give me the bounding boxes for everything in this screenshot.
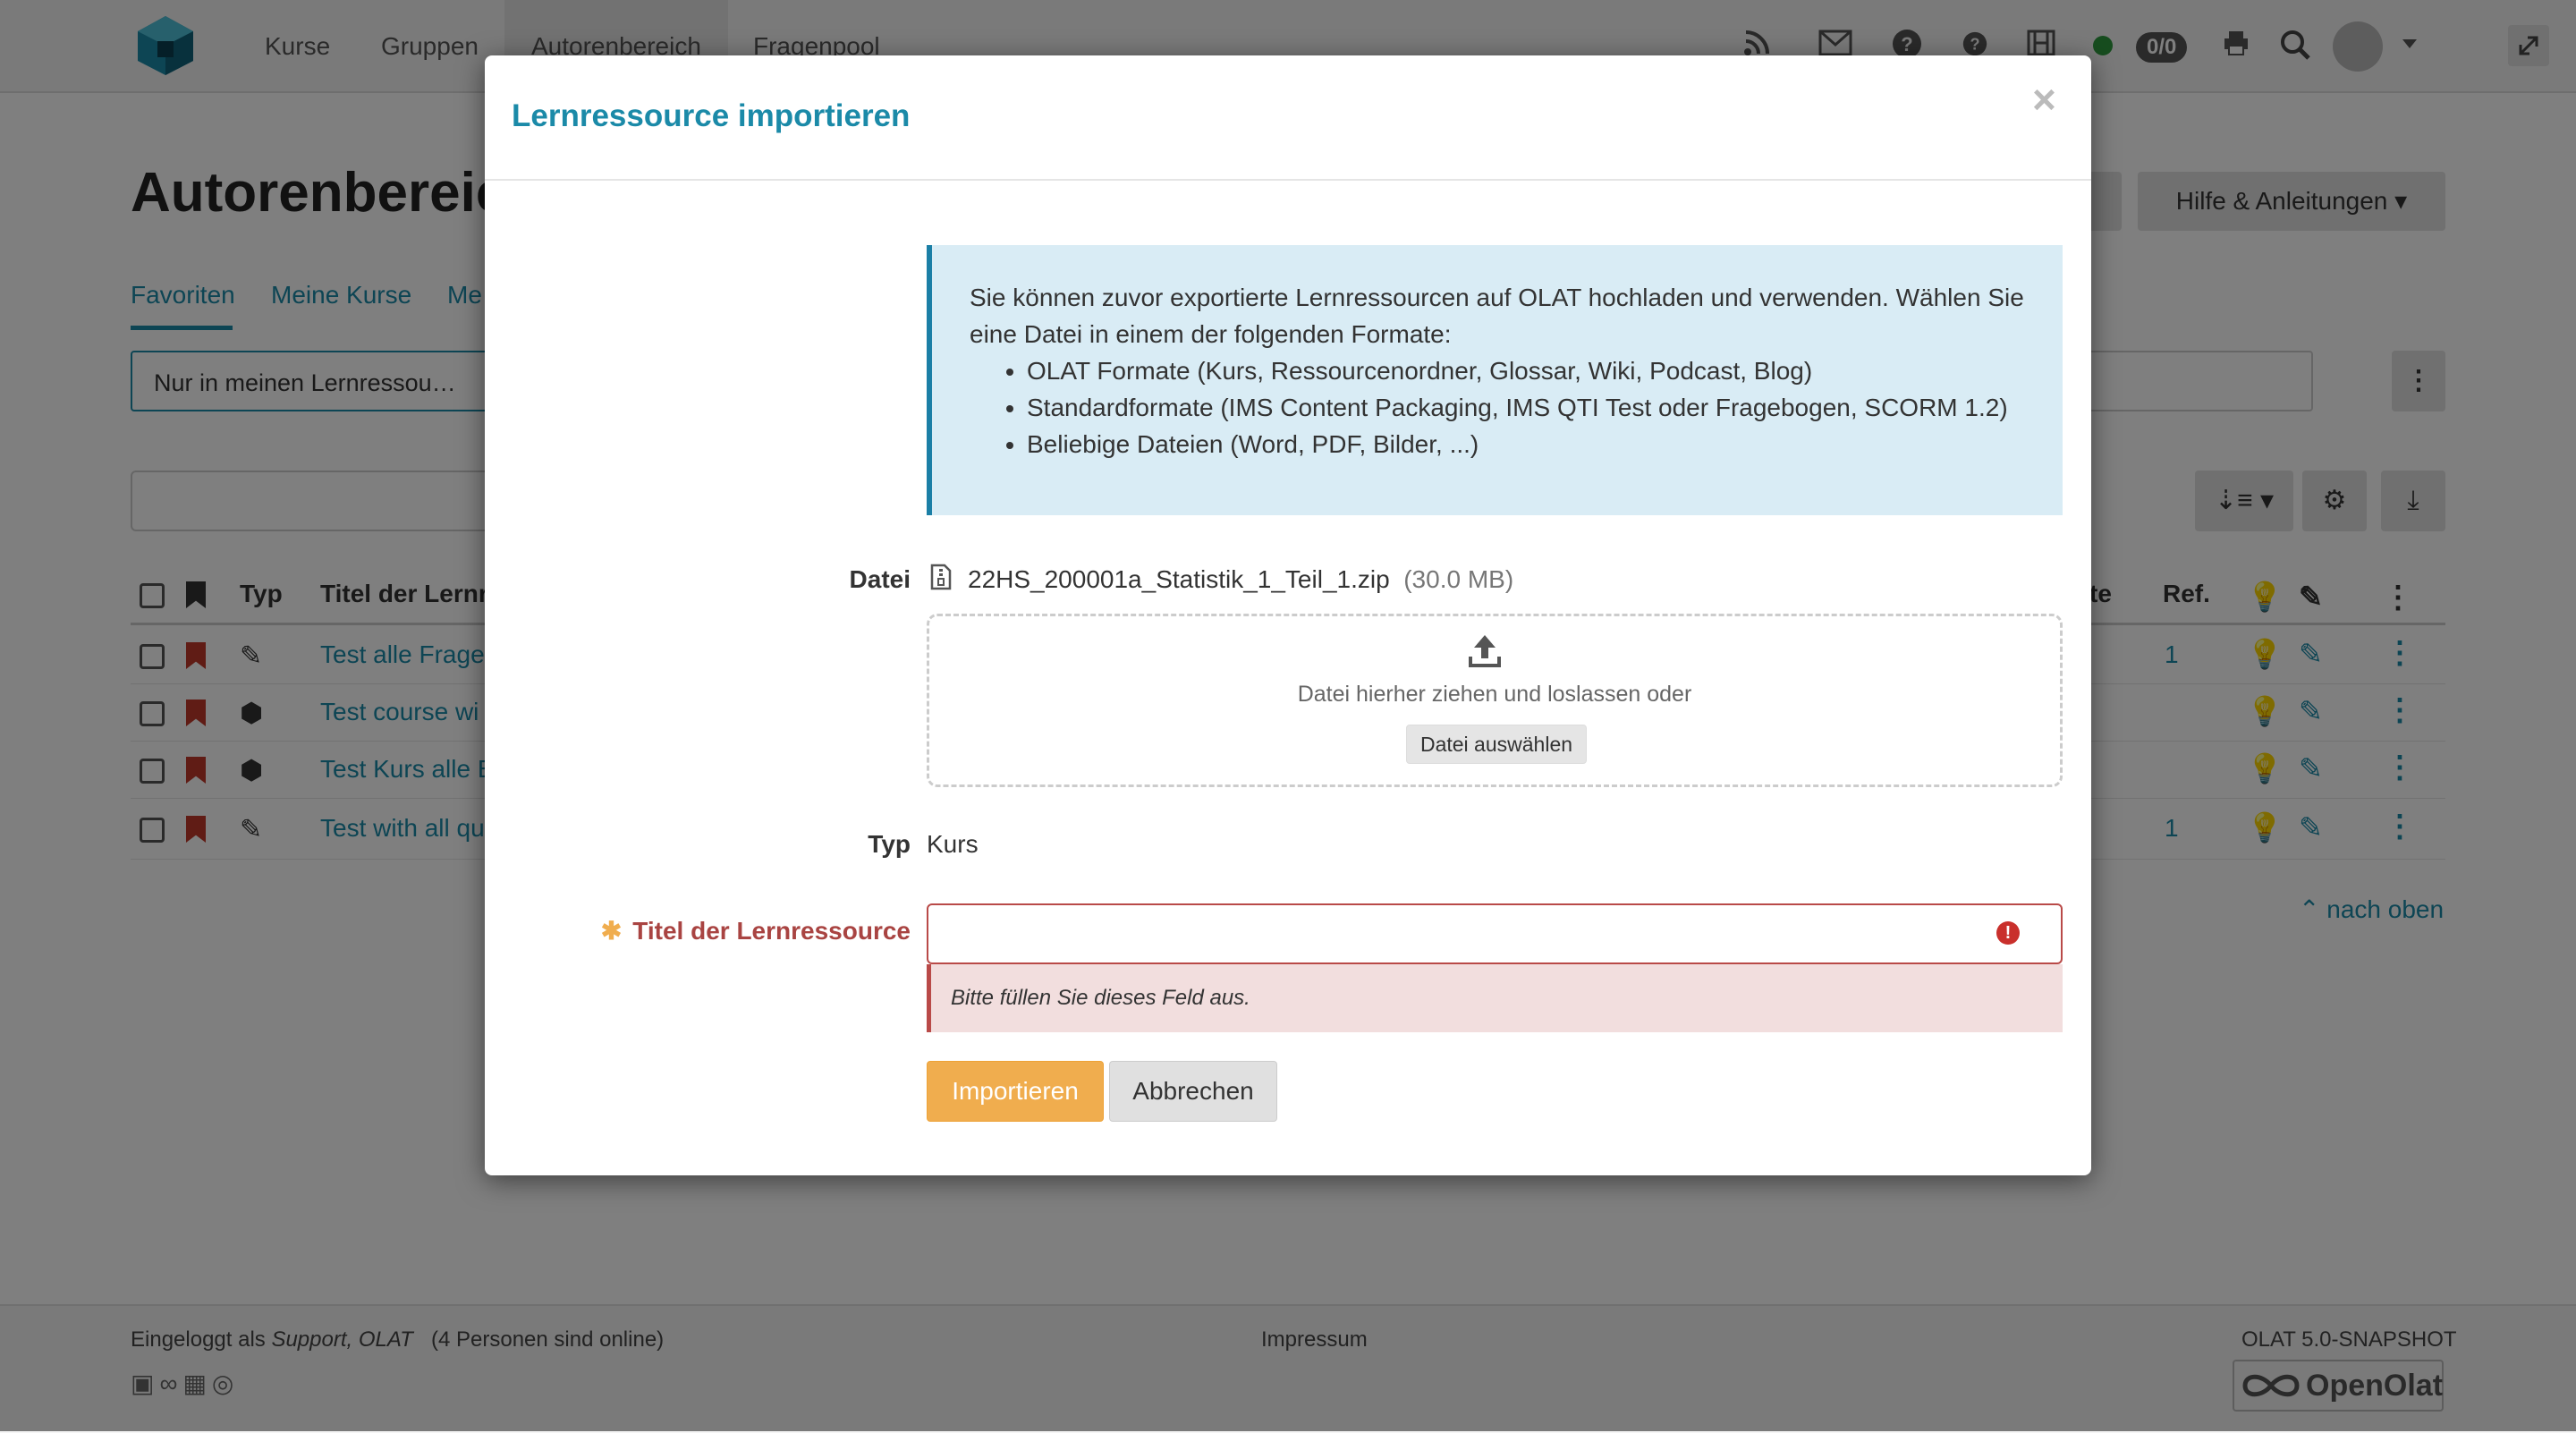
dialog-header-divider — [485, 179, 2091, 181]
file-zip-icon — [930, 564, 952, 590]
close-icon[interactable]: × — [2032, 79, 2056, 120]
type-label: Typ — [868, 830, 911, 858]
file-name: 22HS_200001a_Statistik_1_Teil_1.zip — [968, 565, 1390, 593]
required-asterisk-icon: ✱ — [600, 917, 623, 945]
error-icon: ! — [1996, 921, 2020, 945]
choose-file-button[interactable]: Datei auswählen — [1406, 725, 1587, 764]
type-value: Kurs — [927, 830, 979, 858]
info-intro: Sie können zuvor exportierte Lernressour… — [970, 284, 2024, 348]
format-item: Standardformate (IMS Content Packaging, … — [1027, 389, 2027, 426]
file-size: (30.0 MB) — [1403, 565, 1514, 593]
dialog-title: Lernressource importieren — [512, 98, 911, 133]
error-message: Bitte füllen Sie dieses Feld aus. — [927, 964, 2063, 1032]
cancel-button[interactable]: Abbrechen — [1109, 1061, 1277, 1122]
info-box: Sie können zuvor exportierte Lernressour… — [927, 245, 2063, 515]
file-label: Datei — [849, 565, 911, 593]
import-dialog: Lernressource importieren × Sie können z… — [485, 55, 2091, 1175]
title-input[interactable] — [927, 903, 2063, 964]
uploaded-file: 22HS_200001a_Statistik_1_Teil_1.zip (30.… — [968, 565, 1513, 594]
format-list: OLAT Formate (Kurs, Ressourcenordner, Gl… — [970, 352, 2027, 462]
format-item: Beliebige Dateien (Word, PDF, Bilder, ..… — [1027, 426, 2027, 462]
format-item: OLAT Formate (Kurs, Ressourcenordner, Gl… — [1027, 352, 2027, 389]
title-label: Titel der Lernressource — [632, 917, 911, 945]
upload-icon — [1469, 635, 1501, 667]
dropzone-text: Datei hierher ziehen und loslassen oder — [1297, 682, 1692, 707]
import-button[interactable]: Importieren — [927, 1061, 1104, 1122]
title-label-row: ✱ Titel der Lernressource — [601, 916, 911, 945]
